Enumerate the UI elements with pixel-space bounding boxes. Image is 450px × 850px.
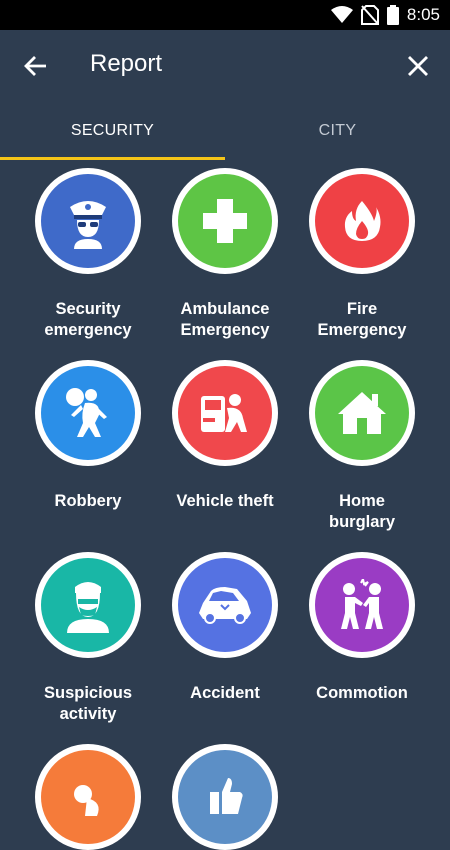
page-title: Report	[90, 50, 163, 77]
robber-icon	[41, 366, 135, 460]
tab-security[interactable]: SECURITY	[0, 102, 225, 160]
category-label: Suspicious activity	[43, 684, 133, 723]
category-label: Vehicle theft	[176, 492, 274, 510]
tab-city[interactable]: CITY	[225, 102, 450, 160]
category-label: Robbery	[54, 492, 122, 510]
medical-cross-icon	[178, 174, 272, 268]
fight-icon	[315, 558, 409, 652]
close-icon[interactable]	[404, 52, 432, 80]
category-label: Home burglary	[328, 492, 396, 531]
category-badge	[35, 168, 141, 274]
no-sim-icon	[360, 5, 379, 25]
category-badge	[172, 168, 278, 274]
back-arrow-icon[interactable]	[22, 52, 50, 80]
category-badge	[172, 552, 278, 658]
police-officer-icon	[41, 174, 135, 268]
category-badge	[309, 360, 415, 466]
thumbs-up-icon	[178, 750, 272, 844]
report-category-grid: Security emergency Ambulance Emergency F…	[0, 160, 450, 850]
category-label: Security emergency	[44, 300, 132, 339]
house-icon	[315, 366, 409, 460]
app-bar: Report	[0, 30, 450, 102]
masked-person-icon	[41, 558, 135, 652]
category-badge	[35, 744, 141, 850]
category-label: Ambulance Emergency	[180, 300, 270, 339]
injury-icon	[41, 750, 135, 844]
category-label: Commotion	[316, 684, 408, 702]
status-bar: 8:05	[0, 0, 450, 30]
category-badge	[172, 360, 278, 466]
category-badge	[35, 360, 141, 466]
clock-time: 8:05	[406, 5, 440, 24]
battery-icon	[386, 5, 399, 25]
tab-bar: SECURITY CITY	[0, 102, 450, 160]
category-label: Accident	[190, 684, 260, 702]
category-badge	[35, 552, 141, 658]
wifi-icon	[330, 6, 353, 23]
crashed-car-icon	[178, 558, 272, 652]
flame-icon	[315, 174, 409, 268]
category-label: Fire Emergency	[317, 300, 407, 339]
car-thief-icon	[178, 366, 272, 460]
category-badge	[309, 168, 415, 274]
category-badge	[309, 552, 415, 658]
category-badge	[172, 744, 278, 850]
